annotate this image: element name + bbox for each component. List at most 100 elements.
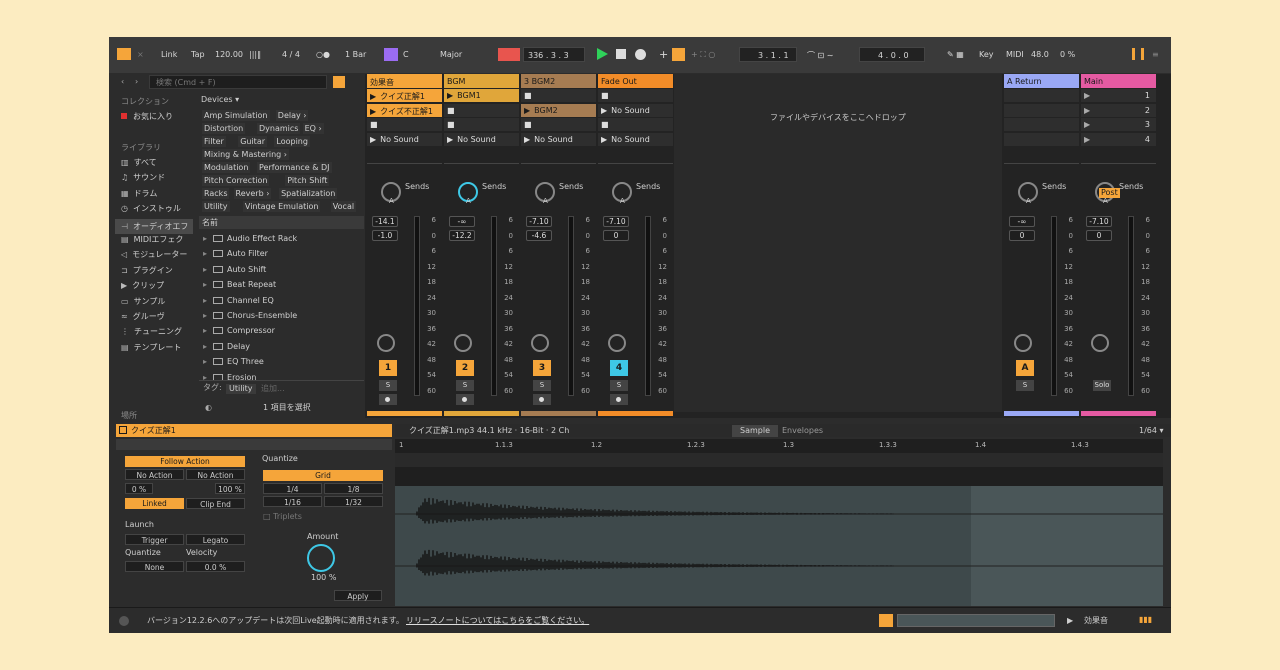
sidebar-item-library[interactable]: ♫ サウンド — [121, 172, 165, 183]
zoom-select[interactable]: 1/64 ▾ — [1139, 427, 1164, 435]
clip-launch-icon[interactable]: ■ — [601, 91, 609, 100]
track-header[interactable]: Main — [1081, 74, 1156, 88]
volume-field[interactable]: -7.10 — [1086, 216, 1112, 227]
clip-slot[interactable] — [1004, 89, 1079, 102]
volume-fader[interactable] — [568, 216, 574, 396]
clip-slot[interactable]: ■ — [521, 118, 596, 131]
linked-button[interactable]: Linked — [125, 498, 184, 509]
browser-options-icon[interactable] — [333, 76, 345, 88]
volume-fader[interactable] — [414, 216, 420, 396]
launch-mode-select[interactable]: Trigger — [125, 534, 184, 545]
tag-add[interactable]: 追加... — [261, 385, 285, 393]
track-header[interactable]: Fade Out — [598, 74, 673, 88]
list-item[interactable]: ▸ EQ Three — [203, 357, 264, 366]
list-item[interactable]: ▸ Delay — [203, 342, 250, 351]
track-activator[interactable]: 2 — [456, 360, 474, 376]
pan-knob[interactable] — [1091, 334, 1109, 352]
pan-field[interactable]: -4.6 — [526, 230, 552, 241]
clip-slot[interactable]: ■ — [598, 89, 673, 102]
capture-icon[interactable]: + ⛶ ○ — [691, 50, 715, 60]
clip-launch-icon[interactable]: ■ — [447, 120, 455, 129]
sidebar-item-library[interactable]: ▭ サンプル — [121, 296, 165, 307]
clip-slot[interactable] — [1004, 132, 1079, 146]
play-icon[interactable] — [597, 48, 608, 60]
time-signature[interactable]: 4 / 4 — [282, 50, 300, 59]
ruler[interactable]: 1 1.1.3 1.2 1.2.3 1.3 1.3.3 1.4 1.4.3 — [395, 439, 1163, 452]
grid-button[interactable]: Grid — [263, 470, 383, 481]
clip-slot[interactable]: ▶ 4 — [1081, 132, 1156, 146]
device-tag[interactable]: Vocal — [330, 201, 357, 212]
solo-button[interactable]: S — [456, 380, 474, 391]
sidebar-item-library[interactable]: ◷ インストゥル — [121, 203, 181, 214]
sample-tab[interactable]: Sample — [732, 425, 778, 437]
forward-icon[interactable]: › — [135, 78, 138, 86]
pan-knob[interactable] — [454, 334, 472, 352]
sidebar-item-library[interactable]: ⋮ チューニング — [121, 326, 182, 337]
clip-slot[interactable]: ▶ クイズ不正解1 — [367, 103, 442, 117]
volume-field[interactable]: -7.10 — [526, 216, 552, 227]
volume-fader[interactable] — [645, 216, 651, 396]
device-tag[interactable]: Mixing & Mastering › — [202, 149, 289, 160]
clip-launch-icon[interactable]: ▶ — [370, 135, 376, 144]
loop-bar[interactable] — [395, 453, 1163, 467]
pan-knob[interactable] — [1014, 334, 1032, 352]
clip-slot[interactable]: ■ — [521, 89, 596, 102]
triplets-toggle[interactable]: □ Triplets — [263, 513, 302, 521]
midi-map-button[interactable]: MIDI — [1006, 50, 1024, 59]
track-activator[interactable] — [1093, 360, 1111, 376]
overview-strip[interactable] — [897, 614, 1055, 627]
post-button[interactable]: Post — [1099, 188, 1120, 198]
clip-launch-icon[interactable]: ■ — [524, 91, 532, 100]
device-tag[interactable]: Filter — [202, 136, 226, 147]
follow-action-toggle[interactable]: Follow Action — [125, 456, 245, 467]
position-field[interactable]: 336 . 3 . 3 — [523, 47, 585, 62]
sidebar-item-library[interactable]: ▶ クリップ — [121, 280, 164, 291]
loop-length-field[interactable]: 4 . 0 . 0 — [859, 47, 925, 62]
device-tag[interactable]: Distortion — [202, 123, 246, 134]
sidebar-item-library[interactable]: ▤ MIDIエフェク — [121, 234, 183, 245]
device-tag[interactable]: Dynamics — [257, 123, 301, 134]
arm-button[interactable] — [456, 394, 474, 405]
clip-slot[interactable]: ▶ No Sound — [367, 132, 442, 146]
clip-slot[interactable]: ▶ クイズ正解1 — [367, 89, 442, 102]
q-1-4[interactable]: 1/4 — [263, 483, 322, 494]
solo-button[interactable]: Solo — [1093, 380, 1111, 391]
sidebar-item-library[interactable]: ▥ すべて — [121, 157, 157, 168]
arm-button[interactable] — [610, 394, 628, 405]
sidebar-item-library[interactable]: ◁ モジュレーター — [121, 249, 187, 260]
list-item[interactable]: ▸ Beat Repeat — [203, 280, 276, 289]
overview-icon[interactable] — [879, 614, 893, 627]
clip-activator-icon[interactable] — [119, 426, 127, 434]
volume-field[interactable]: -7.10 — [603, 216, 629, 227]
clip-slot[interactable] — [1004, 103, 1079, 117]
device-tag[interactable]: Looping — [274, 136, 310, 147]
volume-fader[interactable] — [1128, 216, 1134, 396]
clip-launch-icon[interactable]: ▶ — [370, 107, 376, 116]
clip-launch-icon[interactable]: ▶ — [601, 106, 607, 115]
live-logo-icon[interactable] — [117, 48, 131, 60]
pan-field[interactable]: -1.0 — [372, 230, 398, 241]
loop-icons[interactable]: ⌒ ⊡ ∼ — [807, 50, 834, 61]
chance-a[interactable]: 0 % — [125, 483, 153, 494]
volume-fader[interactable] — [1051, 216, 1057, 396]
follow-action-b[interactable]: No Action — [186, 469, 245, 480]
scene-launch-icon[interactable]: ▶ — [1084, 120, 1090, 129]
pan-knob[interactable] — [377, 334, 395, 352]
chance-b[interactable]: 100 % — [215, 483, 245, 494]
arm-button[interactable] — [533, 394, 551, 405]
pan-field[interactable]: -12.2 — [449, 230, 475, 241]
link-button[interactable]: Link — [161, 50, 177, 59]
session-view-icon[interactable] — [1132, 48, 1144, 60]
pan-knob[interactable] — [608, 334, 626, 352]
sidebar-item-library[interactable]: ≈ グルーヴ — [121, 311, 165, 322]
clip-launch-icon[interactable]: ▶ — [524, 106, 530, 115]
track-activator[interactable]: 3 — [533, 360, 551, 376]
amount-knob[interactable] — [307, 544, 335, 572]
menu-icon[interactable]: ≡ — [1152, 50, 1159, 59]
clip-slot[interactable]: ■ — [598, 118, 673, 131]
track-activator[interactable]: 1 — [379, 360, 397, 376]
solo-button[interactable]: S — [1016, 380, 1034, 391]
clip-slot[interactable]: ▶ No Sound — [598, 132, 673, 146]
list-item[interactable]: ▸ Audio Effect Rack — [203, 234, 297, 243]
device-tag[interactable]: Delay › — [275, 110, 309, 121]
